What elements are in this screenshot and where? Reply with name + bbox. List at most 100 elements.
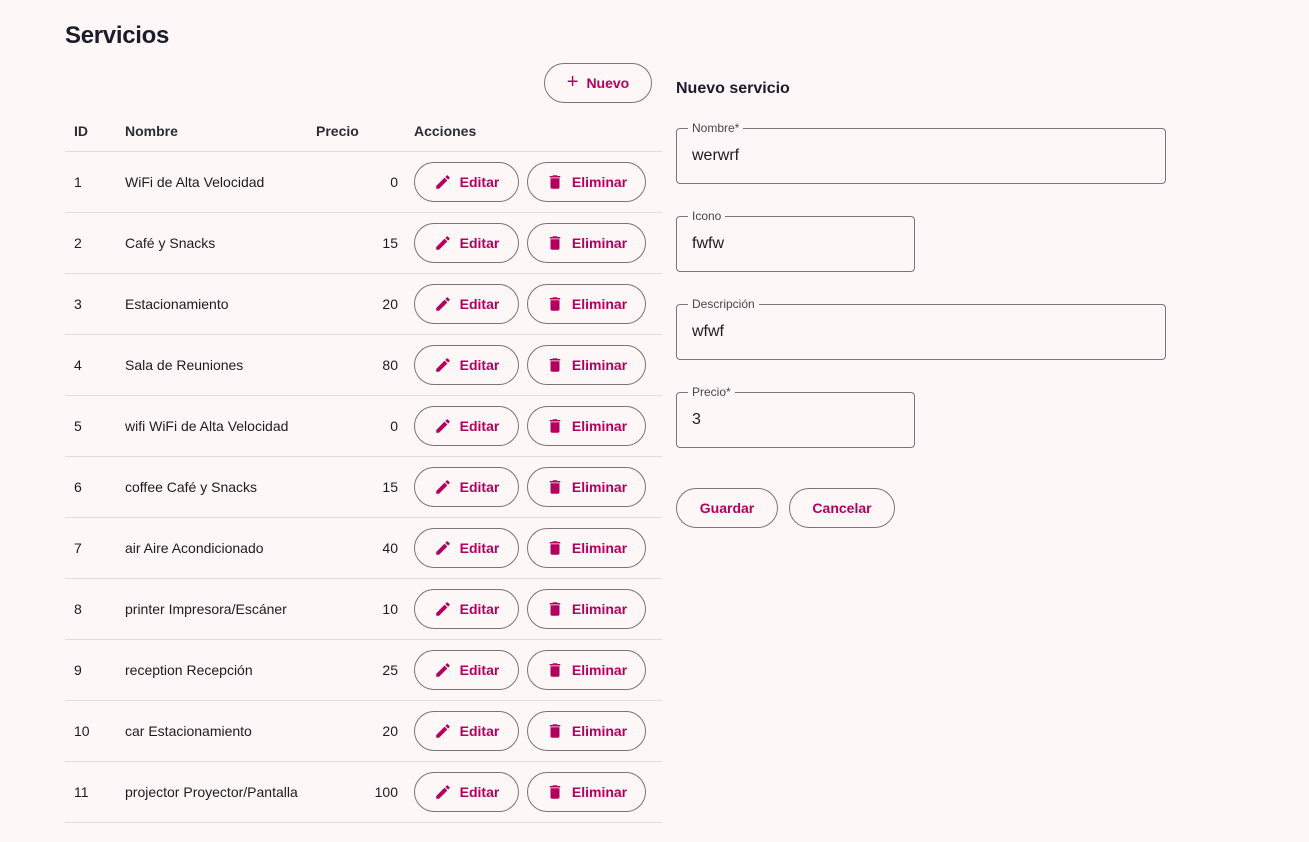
- price-input[interactable]: [692, 393, 899, 447]
- delete-label: Eliminar: [571, 418, 628, 434]
- pencil-icon: [434, 478, 452, 496]
- name-field: Nombre*: [676, 121, 1166, 184]
- price-field: Precio*: [676, 385, 915, 448]
- new-service-button[interactable]: + Nuevo: [544, 63, 652, 103]
- cell-price: 80: [315, 334, 406, 396]
- cell-price: 15: [315, 212, 406, 274]
- delete-button[interactable]: Eliminar: [527, 650, 646, 690]
- pencil-icon: [434, 295, 452, 313]
- header-price: Precio: [315, 110, 406, 152]
- edit-label: Editar: [459, 601, 500, 617]
- row-actions: Editar Eliminar: [406, 223, 662, 263]
- edit-button[interactable]: Editar: [414, 345, 519, 385]
- header-name: Nombre: [125, 110, 315, 152]
- row-actions: Editar Eliminar: [406, 345, 662, 385]
- cell-name: printer Impresora/Escáner: [125, 578, 315, 640]
- table-row: 10 car Estacionamiento 20 Editar Eliminar: [65, 700, 662, 762]
- trash-icon: [546, 478, 564, 496]
- cell-id: 4: [65, 334, 125, 396]
- delete-button[interactable]: Eliminar: [527, 772, 646, 812]
- delete-button[interactable]: Eliminar: [527, 223, 646, 263]
- row-actions: Editar Eliminar: [406, 528, 662, 568]
- delete-label: Eliminar: [571, 296, 628, 312]
- pencil-icon: [434, 783, 452, 801]
- cell-id: 8: [65, 578, 125, 640]
- cell-id: 5: [65, 395, 125, 457]
- edit-button[interactable]: Editar: [414, 467, 519, 507]
- cell-price: 25: [315, 639, 406, 701]
- edit-label: Editar: [459, 479, 500, 495]
- cell-name: air Aire Acondicionado: [125, 517, 315, 579]
- table-row: 1 WiFi de Alta Velocidad 0 Editar Eliminar: [65, 151, 662, 213]
- header-id: ID: [65, 110, 125, 152]
- description-field: Descripción: [676, 297, 1166, 360]
- icon-input[interactable]: [692, 217, 899, 271]
- table-body: 1 WiFi de Alta Velocidad 0 Editar Eliminar 2 C…: [65, 151, 662, 823]
- edit-button[interactable]: Editar: [414, 223, 519, 263]
- cell-actions: Editar Eliminar: [406, 761, 662, 823]
- save-button[interactable]: Guardar: [676, 488, 778, 528]
- delete-button[interactable]: Eliminar: [527, 345, 646, 385]
- trash-icon: [546, 234, 564, 252]
- cell-price: 100: [315, 761, 406, 823]
- edit-button[interactable]: Editar: [414, 406, 519, 446]
- table-header-row: ID Nombre Precio Acciones: [65, 110, 662, 152]
- table-row: 2 Café y Snacks 15 Editar Eliminar: [65, 212, 662, 274]
- cell-id: 6: [65, 456, 125, 518]
- delete-button[interactable]: Eliminar: [527, 711, 646, 751]
- cancel-button[interactable]: Cancelar: [789, 488, 895, 528]
- cell-price: 10: [315, 578, 406, 640]
- description-input[interactable]: [692, 305, 1150, 359]
- row-actions: Editar Eliminar: [406, 772, 662, 812]
- pencil-icon: [434, 600, 452, 618]
- cell-actions: Editar Eliminar: [406, 578, 662, 640]
- edit-label: Editar: [459, 662, 500, 678]
- pencil-icon: [434, 539, 452, 557]
- delete-button[interactable]: Eliminar: [527, 162, 646, 202]
- delete-button[interactable]: Eliminar: [527, 589, 646, 629]
- cell-id: 10: [65, 700, 125, 762]
- edit-button[interactable]: Editar: [414, 711, 519, 751]
- cell-actions: Editar Eliminar: [406, 395, 662, 457]
- row-actions: Editar Eliminar: [406, 162, 662, 202]
- cell-name: Estacionamiento: [125, 273, 315, 335]
- edit-button[interactable]: Editar: [414, 650, 519, 690]
- cell-actions: Editar Eliminar: [406, 273, 662, 335]
- trash-icon: [546, 722, 564, 740]
- name-input[interactable]: [692, 129, 1150, 183]
- row-actions: Editar Eliminar: [406, 650, 662, 690]
- row-actions: Editar Eliminar: [406, 406, 662, 446]
- delete-button[interactable]: Eliminar: [527, 528, 646, 568]
- delete-label: Eliminar: [571, 357, 628, 373]
- form-title: Nuevo servicio: [676, 80, 790, 97]
- cell-actions: Editar Eliminar: [406, 151, 662, 213]
- pencil-icon: [434, 661, 452, 679]
- row-actions: Editar Eliminar: [406, 711, 662, 751]
- delete-button[interactable]: Eliminar: [527, 406, 646, 446]
- table-row: 9 reception Recepción 25 Editar Eliminar: [65, 639, 662, 701]
- cell-id: 1: [65, 151, 125, 213]
- row-actions: Editar Eliminar: [406, 467, 662, 507]
- cell-name: projector Proyector/Pantalla: [125, 761, 315, 823]
- edit-button[interactable]: Editar: [414, 589, 519, 629]
- pencil-icon: [434, 234, 452, 252]
- edit-button[interactable]: Editar: [414, 528, 519, 568]
- cell-actions: Editar Eliminar: [406, 639, 662, 701]
- pencil-icon: [434, 356, 452, 374]
- edit-button[interactable]: Editar: [414, 162, 519, 202]
- delete-button[interactable]: Eliminar: [527, 284, 646, 324]
- cell-id: 7: [65, 517, 125, 579]
- table-row: 7 air Aire Acondicionado 40 Editar Eliminar: [65, 517, 662, 579]
- cell-name: WiFi de Alta Velocidad: [125, 151, 315, 213]
- delete-button[interactable]: Eliminar: [527, 467, 646, 507]
- trash-icon: [546, 356, 564, 374]
- table-row: 8 printer Impresora/Escáner 10 Editar Elimin…: [65, 578, 662, 640]
- edit-button[interactable]: Editar: [414, 772, 519, 812]
- cell-name: Sala de Reuniones: [125, 334, 315, 396]
- edit-button[interactable]: Editar: [414, 284, 519, 324]
- delete-label: Eliminar: [571, 723, 628, 739]
- edit-label: Editar: [459, 418, 500, 434]
- delete-label: Eliminar: [571, 784, 628, 800]
- edit-label: Editar: [459, 540, 500, 556]
- trash-icon: [546, 295, 564, 313]
